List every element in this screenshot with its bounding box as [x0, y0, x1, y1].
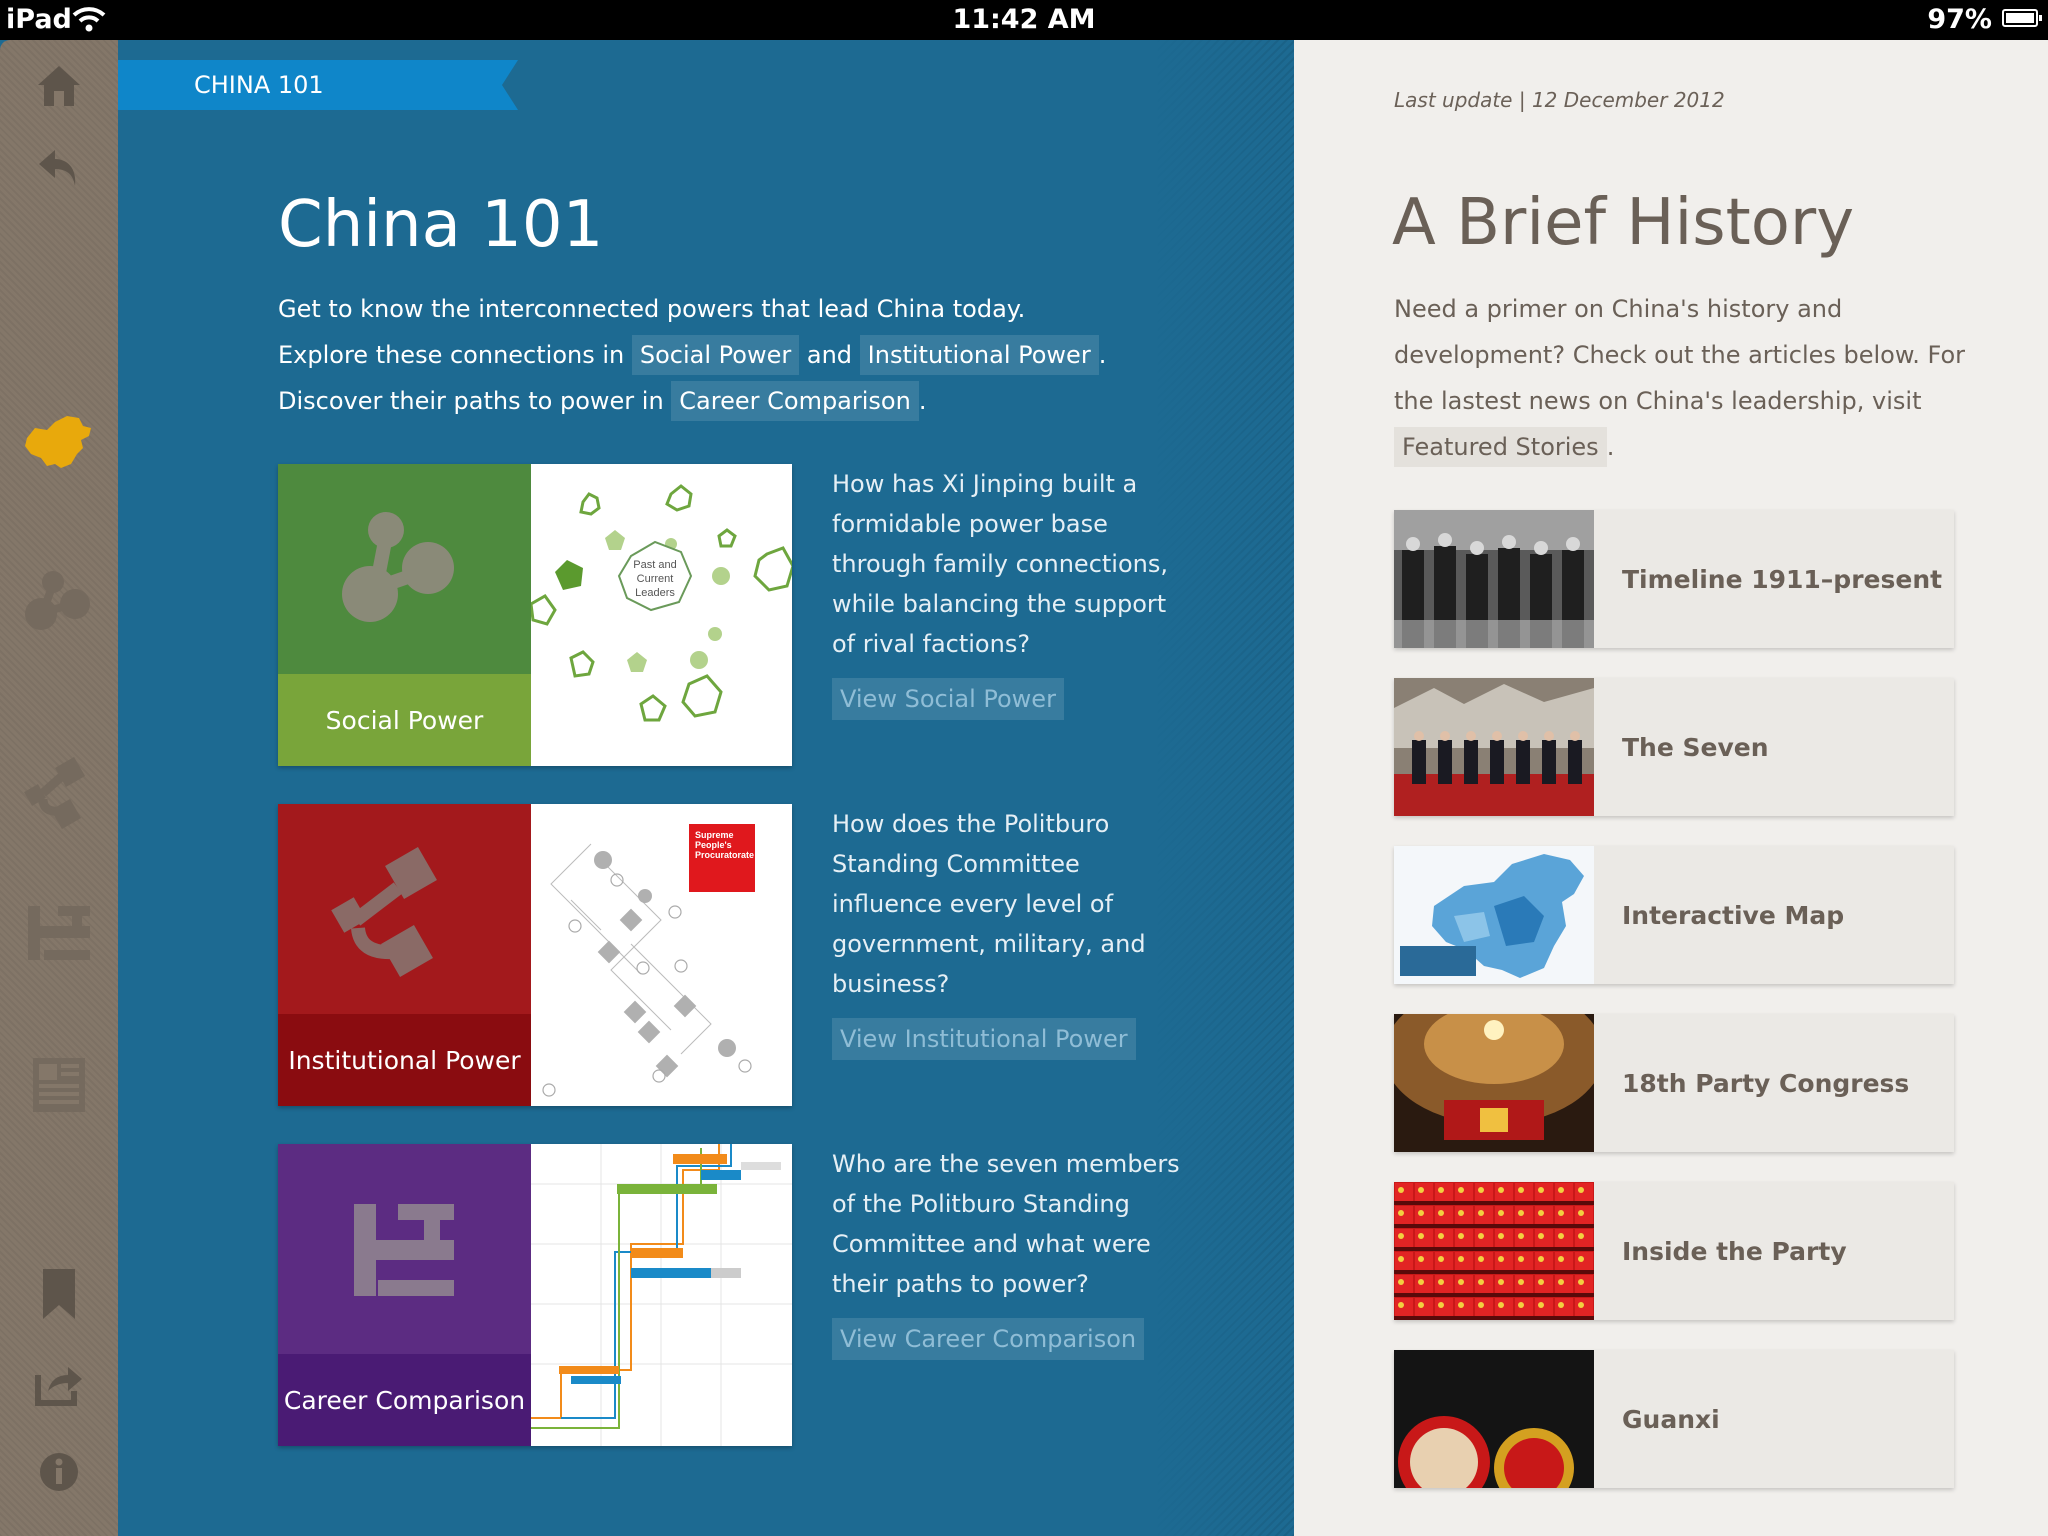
svg-text:Supreme: Supreme	[695, 830, 734, 840]
social-power-link[interactable]: Social Power	[631, 335, 800, 375]
article-thumbnail	[1394, 1014, 1594, 1152]
career-comparison-description: Who are the seven members of the Politbu…	[832, 1144, 1192, 1360]
clock: 11:42 AM	[952, 4, 1096, 35]
institutional-power-icon[interactable]	[0, 748, 118, 838]
news-icon[interactable]	[0, 1050, 118, 1120]
social-power-tile-icon	[342, 512, 454, 622]
institutional-power-tile-icon	[331, 847, 437, 977]
view-career-comparison-button[interactable]: View Career Comparison	[832, 1318, 1145, 1360]
history-intro: Need a primer on China's history and dev…	[1394, 286, 1974, 470]
view-social-power-button[interactable]: View Social Power	[832, 678, 1064, 720]
main-panel: CHINA 101 China 101 Get to know the inte…	[118, 40, 1294, 1536]
svg-text:Past and: Past and	[633, 559, 676, 571]
social-power-description: How has Xi Jinping built a formidable po…	[832, 464, 1192, 720]
section-ribbon: CHINA 101	[118, 60, 518, 110]
svg-text:Current: Current	[637, 573, 674, 585]
left-toolbar	[0, 40, 132, 1536]
section-title: A Brief History	[1392, 186, 1855, 260]
career-comparison-card[interactable]: Career Comparison	[278, 1144, 792, 1446]
article-thumbnail	[1394, 510, 1594, 648]
institutional-power-link[interactable]: Institutional Power	[859, 335, 1099, 375]
article-title: Guanxi	[1622, 1404, 1720, 1434]
article-title: Interactive Map	[1622, 900, 1845, 930]
career-comparison-icon[interactable]	[0, 898, 118, 968]
last-update: Last update | 12 December 2012	[1394, 88, 1725, 112]
career-comparison-link[interactable]: Career Comparison	[671, 381, 919, 421]
info-icon[interactable]	[0, 1440, 118, 1504]
article-the-seven[interactable]: The Seven	[1394, 678, 1954, 816]
article-timeline[interactable]: Timeline 1911–present	[1394, 510, 1954, 648]
article-thumbnail	[1394, 846, 1594, 984]
article-guanxi[interactable]: Guanxi	[1394, 1350, 1954, 1488]
institutional-power-description: How does the Politburo Standing Committe…	[832, 804, 1192, 1060]
article-title: Inside the Party	[1622, 1236, 1847, 1266]
view-institutional-power-button[interactable]: View Institutional Power	[832, 1018, 1136, 1060]
article-inside-the-party[interactable]: Inside the Party	[1394, 1182, 1954, 1320]
article-title: 18th Party Congress	[1622, 1068, 1910, 1098]
social-power-card[interactable]: Social Power Past and Current Leaders	[278, 464, 792, 766]
status-bar: iPad 11:42 AM 97%	[0, 0, 2048, 40]
back-icon[interactable]	[0, 140, 118, 196]
share-icon[interactable]	[0, 1352, 118, 1416]
article-thumbnail	[1394, 1350, 1594, 1488]
home-icon[interactable]	[0, 58, 118, 114]
svg-text:Leaders: Leaders	[635, 587, 675, 599]
bookmark-icon[interactable]	[0, 1262, 118, 1326]
article-thumbnail	[1394, 1182, 1594, 1320]
career-comparison-tile-icon	[354, 1204, 454, 1296]
page-title: China 101	[278, 188, 604, 262]
svg-text:People's: People's	[695, 840, 732, 850]
career-comparison-thumbnail	[531, 1144, 792, 1446]
article-party-congress[interactable]: 18th Party Congress	[1394, 1014, 1954, 1152]
china-map-icon[interactable]	[0, 408, 118, 478]
svg-text:Procuratorate: Procuratorate	[695, 850, 754, 860]
intro-text: Get to know the interconnected powers th…	[278, 286, 1178, 424]
featured-stories-link[interactable]: Featured Stories	[1394, 427, 1607, 467]
institutional-power-thumbnail: Supreme People's Procuratorate	[531, 804, 792, 1106]
battery-icon	[2002, 9, 2042, 27]
article-title: Timeline 1911–present	[1622, 564, 1943, 594]
social-power-thumbnail: Past and Current Leaders	[531, 464, 792, 766]
institutional-power-card[interactable]: Institutional Power Supreme People's Pro…	[278, 804, 792, 1106]
battery-percent: 97%	[1927, 4, 1992, 35]
article-thumbnail	[1394, 678, 1594, 816]
article-title: The Seven	[1622, 732, 1769, 762]
brief-history-panel: Last update | 12 December 2012 A Brief H…	[1294, 40, 2048, 1536]
social-power-icon[interactable]	[0, 560, 118, 640]
article-interactive-map[interactable]: Interactive Map	[1394, 846, 1954, 984]
